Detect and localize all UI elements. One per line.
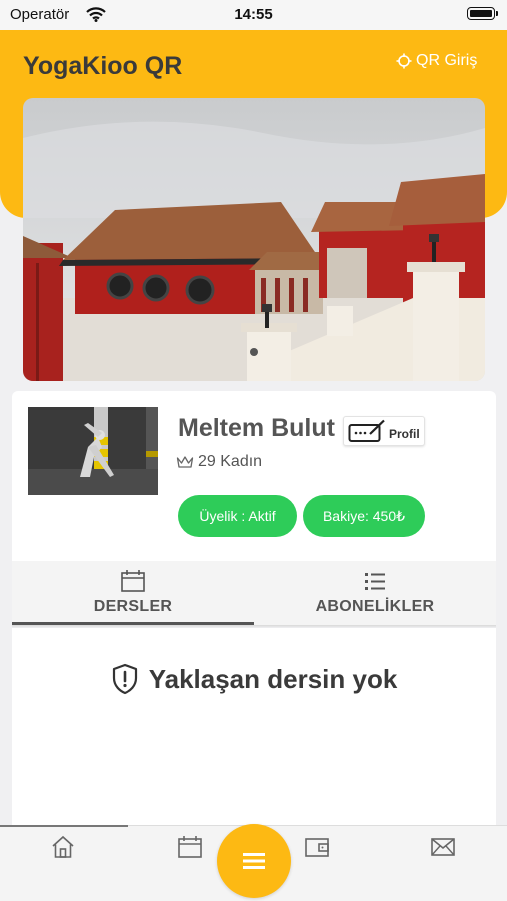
nav-messages[interactable] [428,832,458,862]
tab-dersler-label: DERSLER [93,598,173,615]
battery-tip [496,11,498,16]
tab-abonelikler[interactable]: ABONELİKLER [254,561,496,625]
qr-login-button[interactable]: QR Giriş [396,52,477,70]
battery-icon [467,7,495,20]
tab-abonelikler-label: ABONELİKLER [315,598,435,615]
carousel-page-dot[interactable] [250,348,258,356]
home-icon [52,835,74,858]
bottom-nav-active-indicator [0,825,128,827]
profile-button-label: Profil [389,427,420,441]
avatar [28,407,158,495]
menu-fab-button[interactable] [217,824,291,898]
mail-icon [431,838,455,856]
crosshair-icon [396,53,412,69]
app-title: YogaKioo QR [23,52,183,80]
crown-icon [176,456,194,468]
calendar-icon [121,570,145,592]
nav-calendar[interactable] [175,832,205,862]
user-meta: 29 Kadın [176,453,262,471]
banner-carousel[interactable] [23,98,485,381]
user-name: Meltem Bulut [178,414,335,442]
banner-image [23,98,485,381]
profile-button[interactable]: Profil [343,416,425,446]
wallet-icon [305,838,329,857]
edit-profile-icon [348,419,385,442]
qr-login-label: QR Giriş [416,52,478,69]
nav-wallet[interactable] [302,832,332,862]
avatar-image [28,407,158,495]
user-age-gender: 29 Kadın [198,453,263,470]
calendar-icon [178,836,202,858]
empty-state: Yaklaşan dersin yok [12,663,496,695]
menu-icon [243,853,265,869]
lessons-panel [12,628,496,828]
list-icon [365,573,385,590]
shield-alert-icon [112,663,137,695]
clock: 14:55 [234,6,273,23]
membership-status-badge[interactable]: Üyelik : Aktif [178,495,297,537]
balance-badge[interactable]: Bakiye: 450₺ [303,495,425,537]
empty-state-text: Yaklaşan dersin yok [148,663,398,694]
nav-home[interactable] [48,832,78,862]
tab-dersler[interactable]: DERSLER [12,561,254,625]
